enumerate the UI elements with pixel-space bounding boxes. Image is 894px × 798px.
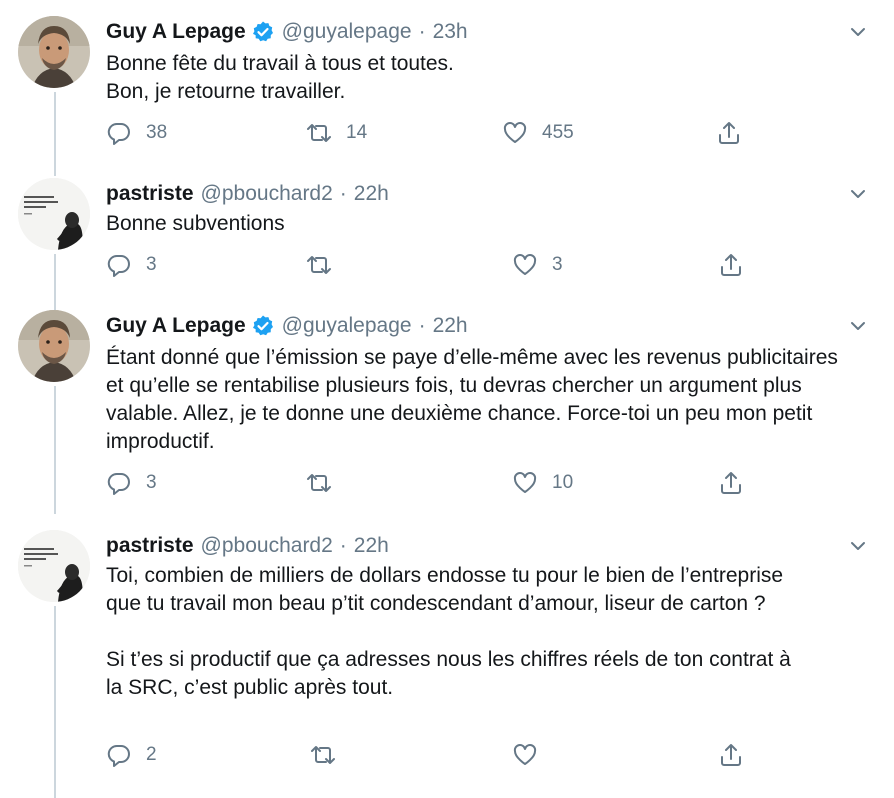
tweet-timestamp[interactable]: 22h — [354, 180, 389, 208]
retweet-count: 14 — [346, 122, 368, 143]
like-count: 3 — [552, 254, 563, 275]
tweet-text: Bonne subventions — [106, 210, 866, 238]
author-handle[interactable]: @pbouchard2 — [201, 532, 333, 560]
chevron-down-icon[interactable] — [848, 22, 868, 42]
tweet-timestamp[interactable]: 23h — [433, 18, 468, 46]
tweet-actions: 3 10 — [106, 470, 746, 498]
share-icon — [718, 252, 744, 278]
retweet-button[interactable] — [310, 742, 350, 768]
tweet-actions: 3 3 — [106, 252, 746, 280]
chevron-down-icon[interactable] — [848, 316, 868, 336]
reply-count: 3 — [146, 472, 157, 493]
tweet-header: pastriste @pbouchard2 · 22h — [106, 180, 389, 208]
chevron-down-icon[interactable] — [848, 184, 868, 204]
avatar[interactable] — [18, 530, 90, 602]
tweet-paragraph: Toi, combien de milliers de dollars endo… — [106, 564, 795, 615]
reply-icon — [106, 252, 132, 278]
chevron-down-icon[interactable] — [848, 536, 868, 556]
retweet-icon — [306, 252, 332, 278]
retweet-button[interactable] — [306, 252, 346, 278]
reply-button[interactable]: 3 — [106, 252, 157, 278]
author-handle[interactable]: @guyalepage — [282, 18, 412, 46]
reply-icon — [106, 470, 132, 496]
heart-icon — [512, 470, 538, 496]
retweet-icon — [306, 470, 332, 496]
heart-icon — [512, 742, 538, 768]
tweet-actions: 2 — [106, 742, 746, 770]
tweet[interactable]: Guy A Lepage @guyalepage · 23h Bonne fêt… — [0, 16, 894, 166]
separator-dot: · — [418, 20, 426, 43]
guy-avatar-image — [18, 16, 90, 88]
verified-badge-icon — [251, 20, 275, 44]
separator-dot: · — [339, 534, 347, 557]
retweet-button[interactable] — [306, 470, 346, 496]
like-button[interactable]: 455 — [502, 120, 574, 146]
reply-count: 38 — [146, 122, 168, 143]
reply-count: 2 — [146, 744, 157, 765]
tweet-paragraph: Si t’es si productif que ça adresses nou… — [106, 648, 791, 699]
pastriste-avatar-image — [18, 178, 90, 250]
heart-icon — [502, 120, 528, 146]
reply-icon — [106, 742, 132, 768]
like-button[interactable]: 10 — [512, 470, 573, 496]
like-button[interactable]: 3 — [512, 252, 563, 278]
tweet-actions: 38 14 455 — [106, 120, 746, 148]
like-button[interactable] — [512, 742, 552, 768]
author-name[interactable]: pastriste — [106, 532, 194, 560]
tweet-text: Étant donné que l’émission se paye d’ell… — [106, 344, 856, 456]
tweet-timestamp[interactable]: 22h — [354, 532, 389, 560]
retweet-button[interactable]: 14 — [306, 120, 367, 146]
guy-avatar-image — [18, 310, 90, 382]
reply-button[interactable]: 38 — [106, 120, 167, 146]
author-name[interactable]: pastriste — [106, 180, 194, 208]
tweet-header: pastriste @pbouchard2 · 22h — [106, 532, 389, 560]
tweet-paragraph: Étant donné que l’émission se paye d’ell… — [106, 346, 838, 453]
separator-dot: · — [418, 314, 426, 337]
share-icon — [718, 742, 744, 768]
heart-icon — [512, 252, 538, 278]
share-button[interactable] — [718, 742, 744, 768]
like-count: 455 — [542, 122, 574, 143]
tweet-timestamp[interactable]: 22h — [433, 312, 468, 340]
tweet-header: Guy A Lepage @guyalepage · 22h — [106, 312, 468, 340]
author-handle[interactable]: @pbouchard2 — [201, 180, 333, 208]
tweet-paragraph: Bonne fête du travail à tous et toutes. … — [106, 52, 454, 103]
author-name[interactable]: Guy A Lepage — [106, 18, 246, 46]
share-button[interactable] — [718, 470, 744, 496]
tweet-header: Guy A Lepage @guyalepage · 23h — [106, 18, 468, 46]
reply-button[interactable]: 2 — [106, 742, 157, 768]
tweet-text: Bonne fête du travail à tous et toutes. … — [106, 50, 866, 106]
share-button[interactable] — [718, 252, 744, 278]
avatar[interactable] — [18, 16, 90, 88]
tweet-text: Toi, combien de milliers de dollars endo… — [106, 562, 806, 702]
avatar[interactable] — [18, 178, 90, 250]
retweet-icon — [306, 120, 332, 146]
separator-dot: · — [339, 182, 347, 205]
reply-count: 3 — [146, 254, 157, 275]
author-name[interactable]: Guy A Lepage — [106, 312, 246, 340]
author-handle[interactable]: @guyalepage — [282, 312, 412, 340]
retweet-icon — [310, 742, 336, 768]
reply-icon — [106, 120, 132, 146]
tweet-paragraph: Bonne subventions — [106, 212, 285, 235]
tweet[interactable]: pastriste @pbouchard2 · 22h Bonne subven… — [0, 178, 894, 298]
share-button[interactable] — [716, 120, 742, 146]
tweet[interactable]: pastriste @pbouchard2 · 22h Toi, combien… — [0, 530, 894, 792]
reply-button[interactable]: 3 — [106, 470, 157, 496]
pastriste-avatar-image — [18, 530, 90, 602]
share-icon — [718, 470, 744, 496]
verified-badge-icon — [251, 314, 275, 338]
like-count: 10 — [552, 472, 574, 493]
avatar[interactable] — [18, 310, 90, 382]
tweet[interactable]: Guy A Lepage @guyalepage · 22h Étant don… — [0, 310, 894, 510]
share-icon — [716, 120, 742, 146]
tweet-thread: Guy A Lepage @guyalepage · 23h Bonne fêt… — [0, 0, 894, 798]
